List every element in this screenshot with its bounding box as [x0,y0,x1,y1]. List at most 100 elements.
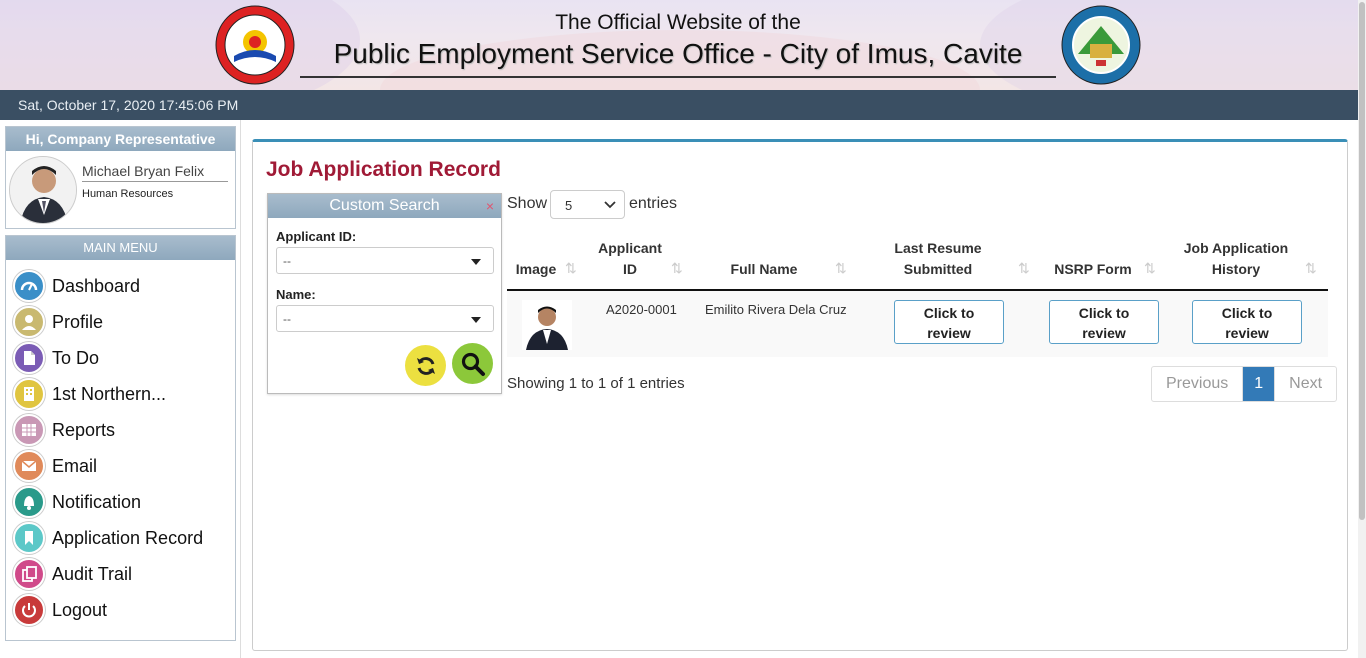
column-header-last-resume[interactable]: Last Resume Submitted [880,238,996,280]
header-line-2: History [1211,261,1261,277]
chevron-down-icon [604,201,616,209]
entries-select-value: 5 [565,198,573,213]
mail-icon [13,450,45,482]
menu-item-notification[interactable]: Notification [13,486,141,518]
menu-item-email[interactable]: Email [13,450,97,482]
sort-icon[interactable]: ⇅ [835,260,847,277]
bookmark-icon [13,522,45,554]
search-button[interactable] [452,343,493,384]
date-time-bar: Sat, October 17, 2020 17:45:06 PM [0,90,1358,120]
menu-label: Profile [52,311,104,332]
name-label: Name: [276,287,316,302]
entries-label: entries [629,195,678,212]
column-header-applicant-id[interactable]: Applicant ID [590,238,670,280]
column-header-full-name[interactable]: Full Name [713,259,815,280]
sort-icon[interactable]: ⇅ [1018,260,1030,277]
menu-item-logout[interactable]: Logout [13,594,107,626]
header-line-1: Applicant [598,240,662,256]
menu-label: 1st Northern... [52,383,167,404]
table-info: Showing 1 to 1 of 1 entries [507,375,685,392]
menu-label: Application Record [52,527,204,548]
button-line-1: Click to [1078,305,1130,321]
bell-icon [13,486,45,518]
sort-icon[interactable]: ⇅ [671,260,683,277]
review-history-button[interactable]: Click to review [1192,300,1302,344]
button-line-1: Click to [1221,305,1273,321]
sort-icon[interactable]: ⇅ [1144,260,1156,277]
header-line-1: Last Resume [894,240,982,256]
caret-down-icon [471,259,481,265]
next-page-button[interactable]: Next [1275,367,1336,401]
column-header-nsrp-form[interactable]: NSRP Form [1046,259,1140,280]
banner-subtitle: The Official Website of the [555,11,801,34]
menu-label: Dashboard [52,275,141,296]
column-header-job-history[interactable]: Job Application History [1176,238,1296,280]
button-line-2: review [927,325,971,341]
column-header-image-text: Image [515,261,557,277]
previous-page-button[interactable]: Previous [1152,367,1242,401]
applicant-id-cell: A2020-0001 [606,302,677,317]
menu-item-company[interactable]: 1st Northern... [13,378,166,410]
header-line-2: Submitted [903,261,973,277]
menu-label: Email [52,455,98,476]
entries-select[interactable]: 5 [550,190,625,219]
applicant-id-label: Applicant ID: [276,229,357,244]
reset-button[interactable] [405,345,446,386]
table-icon [13,414,45,446]
sidebar: Hi, Company Representative Michael Bryan… [0,120,241,658]
name-select[interactable]: -- [276,305,494,332]
user-greeting: Hi, Company Representative [6,127,235,151]
menu-item-profile[interactable]: Profile [13,306,103,338]
document-icon [13,342,45,374]
menu-item-audit-trail[interactable]: Audit Trail [13,558,132,590]
review-resume-button[interactable]: Click to review [894,300,1004,344]
search-icon [461,352,485,376]
menu-item-reports[interactable]: Reports [13,414,115,446]
user-name: Michael Bryan Felix [82,163,228,182]
user-icon [13,306,45,338]
refresh-icon [416,356,435,375]
review-nsrp-button[interactable]: Click to review [1049,300,1159,344]
menu-item-application-record[interactable]: Application Record [13,522,203,554]
custom-search-title-text: Custom Search [329,197,440,214]
main-menu: MAIN MENU Dashboard Profile To Do 1st No… [5,235,236,641]
copy-icon [13,558,45,590]
applicant-id-select[interactable]: -- [276,247,494,274]
column-header-image[interactable]: Image [511,259,561,280]
menu-item-dashboard[interactable]: Dashboard [13,270,140,302]
close-icon[interactable]: × [486,194,494,218]
full-name-cell: Emilito Rivera Dela Cruz [705,302,847,317]
banner-title: Public Employment Service Office - City … [333,38,1023,69]
user-panel: Hi, Company Representative Michael Bryan… [5,126,236,229]
header-line-2: ID [623,261,637,277]
menu-label: Notification [52,491,142,512]
building-icon [13,378,45,410]
menu-label: Audit Trail [52,563,133,584]
power-icon [13,594,45,626]
menu-label: Logout [52,599,108,620]
column-header-full-name-text: Full Name [730,261,798,277]
site-banner: The Official Website of the Public Emplo… [0,0,1358,90]
column-header-nsrp-text: NSRP Form [1054,261,1132,277]
menu-item-todo[interactable]: To Do [13,342,99,374]
show-label: Show [507,195,548,212]
imus-seal-logo [1061,5,1141,85]
name-value: -- [283,312,291,326]
custom-search-title: Custom Search × [268,194,501,218]
button-line-2: review [1225,325,1269,341]
applicant-id-value: -- [283,254,291,268]
header-line-1: Job Application [1183,240,1289,256]
applicant-photo [522,300,572,350]
dashboard-icon [13,270,45,302]
menu-label: Reports [52,419,116,440]
sort-icon[interactable]: ⇅ [1305,260,1317,277]
pagination: Previous 1 Next [1151,366,1338,402]
sort-icon[interactable]: ⇅ [565,260,577,277]
page-1-button[interactable]: 1 [1242,367,1276,401]
page-scrollbar-thumb[interactable] [1359,2,1365,520]
button-line-2: review [1082,325,1126,341]
custom-search-panel: Custom Search × Applicant ID: -- Name: -… [267,193,502,394]
menu-label: To Do [52,347,100,368]
user-role: Human Resources [82,188,174,200]
main-menu-title: MAIN MENU [6,236,235,260]
